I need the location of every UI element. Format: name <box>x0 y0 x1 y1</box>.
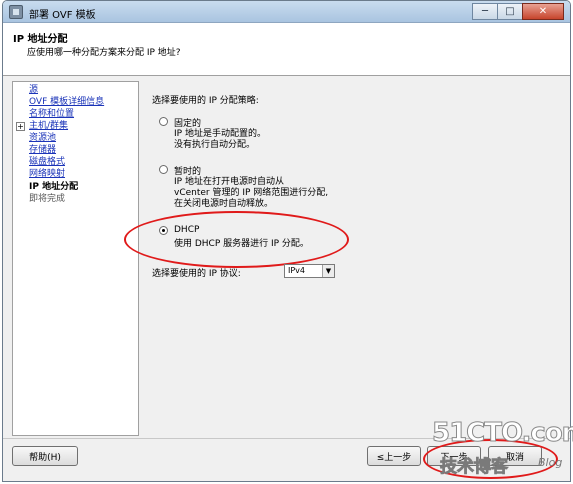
help-button[interactable]: 帮助(H) <box>12 446 78 466</box>
radio-transient[interactable] <box>159 165 168 174</box>
window-title: 部署 OVF 模板 <box>29 10 96 21</box>
radio-fixed[interactable] <box>159 117 168 126</box>
option-fixed-desc-2: 没有执行自动分配。 <box>174 140 256 150</box>
watermark-blog-text: Blog <box>538 456 563 469</box>
ip-allocation-panel: 选择要使用的 IP 分配策略: 固定的 IP 地址是手动配置的。 没有执行自动分… <box>124 81 563 436</box>
ip-protocol-label: 选择要使用的 IP 协议: <box>152 269 241 279</box>
title-bar[interactable]: 部署 OVF 模板 ─ □ ✕ <box>3 1 570 23</box>
page-title: IP 地址分配 <box>13 34 68 45</box>
page-subtitle: 应使用哪一种分配方案来分配 IP 地址? <box>27 48 181 58</box>
option-transient-label[interactable]: 暂时的 <box>174 164 201 177</box>
ip-protocol-value: IPv4 <box>288 266 306 275</box>
minimize-icon: ─ <box>481 6 489 17</box>
maximize-icon: □ <box>505 6 515 17</box>
step-ovf-details[interactable]: OVF 模板详细信息 <box>29 97 104 108</box>
maximize-button[interactable]: □ <box>497 3 523 20</box>
step-network-mapping[interactable]: 网络映射 <box>29 169 65 180</box>
option-transient-desc-2: vCenter 管理的 IP 网络范围进行分配, <box>174 188 329 198</box>
step-ready-to-complete: 即将完成 <box>29 194 66 204</box>
step-resource-pool[interactable]: 资源池 <box>29 133 56 144</box>
option-fixed-label[interactable]: 固定的 <box>174 116 201 129</box>
step-disk-format[interactable]: 磁盘格式 <box>29 157 65 168</box>
step-storage[interactable]: 存储器 <box>29 145 56 156</box>
option-transient-desc-3: 在关闭电源时自动释放。 <box>174 199 274 209</box>
policy-prompt: 选择要使用的 IP 分配策略: <box>152 96 259 106</box>
app-icon <box>9 5 23 19</box>
option-transient-desc-1: IP 地址在打开电源时自动从 <box>174 177 284 187</box>
watermark-sub-text: 技术博客 <box>440 457 509 478</box>
close-button[interactable]: ✕ <box>522 3 564 20</box>
step-host-cluster[interactable]: 主机/群集 <box>29 121 68 132</box>
wizard-header: IP 地址分配 应使用哪一种分配方案来分配 IP 地址? <box>3 23 570 76</box>
step-source[interactable]: 源 <box>29 85 38 96</box>
watermark: 51CTO.com 技术博客 Blog <box>432 418 573 478</box>
chevron-down-icon[interactable]: ▼ <box>322 265 334 277</box>
wizard-steps-nav: 源 OVF 模板详细信息 名称和位置 + 主机/群集 资源池 存储器 磁盘格式 … <box>12 81 139 436</box>
step-ip-allocation: IP 地址分配 <box>29 182 79 192</box>
window-controls: ─ □ ✕ <box>472 3 564 20</box>
step-name-location[interactable]: 名称和位置 <box>29 109 74 120</box>
option-fixed-desc-1: IP 地址是手动配置的。 <box>174 129 266 139</box>
expand-plus-icon[interactable]: + <box>16 122 25 131</box>
minimize-button[interactable]: ─ <box>472 3 498 20</box>
dhcp-annotation-ellipse <box>124 211 349 268</box>
ip-protocol-select[interactable]: IPv4 ▼ <box>284 264 335 278</box>
watermark-logo-text: 51CTO.com <box>432 418 573 449</box>
close-icon: ✕ <box>538 6 548 17</box>
back-button[interactable]: ≤上一步 <box>367 446 421 466</box>
deploy-ovf-window: 部署 OVF 模板 ─ □ ✕ IP 地址分配 应使用哪一种分配方案来分配 IP… <box>2 0 571 482</box>
